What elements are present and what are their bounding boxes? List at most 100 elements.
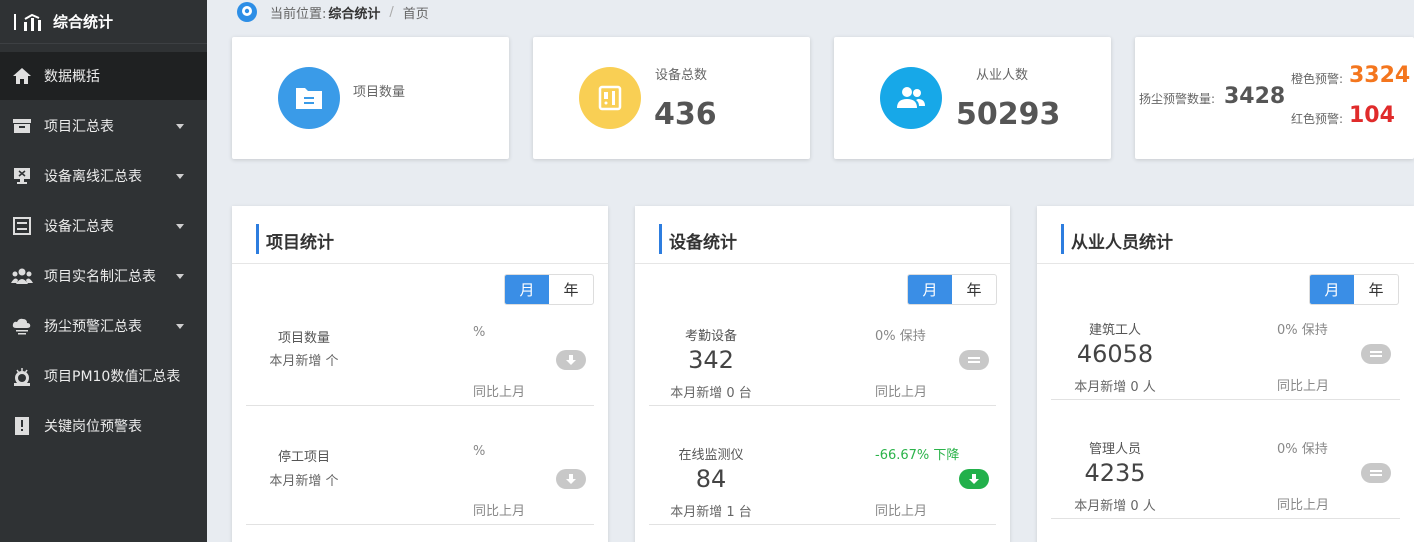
brand-title: 综合统计 xyxy=(53,13,114,31)
breadcrumb: 当前位置: 综合统计 / 首页 xyxy=(236,0,429,24)
stat-monthly-new: 本月新增 1 台 xyxy=(670,505,752,520)
sidebar-item-label: 数据概括 xyxy=(44,69,100,85)
stat-percent: % xyxy=(473,444,486,459)
stat-value: 46058 xyxy=(1076,340,1154,368)
sidebar-item-label: 扬尘预警汇总表 xyxy=(44,319,142,335)
title-accent-bar xyxy=(1061,224,1064,254)
stat-percent: 0% 保持 xyxy=(875,329,926,344)
device-total-card: 设备总数 436 xyxy=(533,37,810,159)
device-stats-panel: 设备统计 月 年 考勤设备 342 本月新增 0 台 0% 保持 同比上月 在线… xyxy=(635,206,1010,542)
stat-row: 项目数量 本月新增 个 % 同比上月 xyxy=(246,294,594,406)
folder-circle xyxy=(278,67,340,129)
statistics-logo-icon xyxy=(24,13,41,31)
trend-down-icon xyxy=(556,469,586,489)
trend-down-icon xyxy=(959,469,989,489)
panel-header: 设备统计 xyxy=(635,206,1010,264)
device-total-label: 设备总数 xyxy=(655,68,708,83)
breadcrumb-current[interactable]: 综合统计 xyxy=(328,3,380,22)
stat-row: 考勤设备 342 本月新增 0 台 0% 保持 同比上月 xyxy=(649,294,996,406)
chevron-down-icon xyxy=(176,223,184,229)
users-icon xyxy=(10,266,34,286)
panel-title: 项目统计 xyxy=(266,233,334,253)
stat-row: 管理人员 4235 本月新增 0 人 0% 保持 同比上月 xyxy=(1051,407,1400,519)
dust-warning-card: 扬尘预警数量: 3428 橙色预警: 3324 红色预警: 104 xyxy=(1135,37,1414,159)
staff-stats-panel: 从业人员统计 月 年 建筑工人 46058 本月新增 0 人 0% 保持 同比上… xyxy=(1037,206,1414,542)
orange-warning-label: 橙色预警: xyxy=(1291,72,1344,86)
pm-icon xyxy=(10,366,34,386)
title-accent-bar xyxy=(659,224,662,254)
stat-value: 84 xyxy=(695,465,727,493)
stat-compare-label: 同比上月 xyxy=(1277,498,1330,513)
title-accent-bar xyxy=(256,224,259,254)
sidebar-item-label: 设备离线汇总表 xyxy=(44,169,142,185)
trend-flat-icon xyxy=(1361,463,1391,483)
breadcrumb-separator: / xyxy=(389,4,394,20)
stat-monthly-new: 本月新增 0 人 xyxy=(1074,380,1156,395)
sidebar-brand: 综合统计 xyxy=(0,0,207,44)
sidebar-item-label: 项目汇总表 xyxy=(44,119,114,135)
stat-monthly-new: 本月新增 个 xyxy=(269,354,339,369)
stat-percent: -66.67% 下降 xyxy=(875,448,960,463)
breadcrumb-prefix: 当前位置: xyxy=(270,6,327,22)
sidebar-item-real-name-summary[interactable]: 项目实名制汇总表 xyxy=(0,252,207,300)
brand-divider xyxy=(14,13,16,30)
sidebar-item-label: 项目PM10数值汇总表 xyxy=(44,369,181,385)
sidebar-item-data-overview[interactable]: 数据概括 xyxy=(0,52,207,100)
stat-monthly-new: 本月新增 个 xyxy=(269,474,339,489)
sidebar-item-device-summary[interactable]: 设备汇总表 xyxy=(0,202,207,250)
trend-down-icon xyxy=(556,350,586,370)
panel-header: 项目统计 xyxy=(232,206,608,264)
breadcrumb-page[interactable]: 首页 xyxy=(403,3,429,22)
home-icon xyxy=(10,66,34,86)
stat-compare-label: 同比上月 xyxy=(473,385,526,400)
location-pin-icon xyxy=(237,2,257,22)
stat-percent: 0% 保持 xyxy=(1277,323,1328,338)
red-warning-value: 104 xyxy=(1349,103,1395,128)
list-icon xyxy=(10,216,34,236)
alert-book-icon xyxy=(10,416,34,436)
sidebar-item-device-offline-summary[interactable]: 设备离线汇总表 xyxy=(0,152,207,200)
project-count-label: 项目数量 xyxy=(353,85,406,100)
sidebar-item-label: 设备汇总表 xyxy=(44,219,114,235)
stat-name: 管理人员 xyxy=(1088,442,1141,457)
stat-monthly-new: 本月新增 0 台 xyxy=(670,386,752,401)
stat-row: 在线监测仪 84 本月新增 1 台 -66.67% 下降 同比上月 xyxy=(649,413,996,525)
stat-percent: 0% 保持 xyxy=(1277,442,1328,457)
chevron-down-icon xyxy=(176,123,184,129)
worker-count-card: 从业人数 50293 xyxy=(834,37,1111,159)
stat-name: 停工项目 xyxy=(277,450,330,465)
chevron-down-icon xyxy=(176,323,184,329)
sidebar-item-key-post-warning[interactable]: 关键岗位预警表 xyxy=(0,402,207,450)
stat-name: 项目数量 xyxy=(277,331,330,346)
project-stats-panel: 项目统计 月 年 项目数量 本月新增 个 % 同比上月 停工项目 本月新增 个 … xyxy=(232,206,608,542)
stat-row: 停工项目 本月新增 个 % 同比上月 xyxy=(246,413,594,525)
panel-title: 设备统计 xyxy=(669,233,737,253)
red-warning-label: 红色预警: xyxy=(1291,112,1344,126)
stat-percent: % xyxy=(473,325,486,340)
stat-row: 建筑工人 46058 本月新增 0 人 0% 保持 同比上月 xyxy=(1051,288,1400,400)
users-icon xyxy=(897,87,925,108)
sidebar-item-pm10-summary[interactable]: 项目PM10数值汇总表 xyxy=(0,352,207,400)
folder-icon xyxy=(296,88,322,109)
device-total-value: 436 xyxy=(654,97,717,132)
stat-value: 4235 xyxy=(1084,459,1146,487)
trend-flat-icon xyxy=(959,350,989,370)
monitor-icon xyxy=(10,166,34,186)
cloud-icon xyxy=(10,316,34,336)
worker-count-value: 50293 xyxy=(956,97,1061,132)
stat-value: 342 xyxy=(688,346,734,374)
orange-warning-value: 3324 xyxy=(1349,63,1411,88)
dust-warning-value: 3428 xyxy=(1224,84,1286,109)
dust-warning-label: 扬尘预警数量: xyxy=(1139,92,1216,106)
stat-name: 考勤设备 xyxy=(684,329,737,344)
project-count-card: 项目数量 xyxy=(232,37,509,159)
sidebar-item-dust-warning-summary[interactable]: 扬尘预警汇总表 xyxy=(0,302,207,350)
stat-compare-label: 同比上月 xyxy=(1277,379,1330,394)
stat-compare-label: 同比上月 xyxy=(875,504,928,519)
worker-count-label: 从业人数 xyxy=(976,68,1029,83)
panel-title: 从业人员统计 xyxy=(1071,233,1173,253)
sidebar-item-project-summary[interactable]: 项目汇总表 xyxy=(0,102,207,150)
users-circle xyxy=(880,67,942,129)
stat-monthly-new: 本月新增 0 人 xyxy=(1074,499,1156,514)
stat-compare-label: 同比上月 xyxy=(473,504,526,519)
